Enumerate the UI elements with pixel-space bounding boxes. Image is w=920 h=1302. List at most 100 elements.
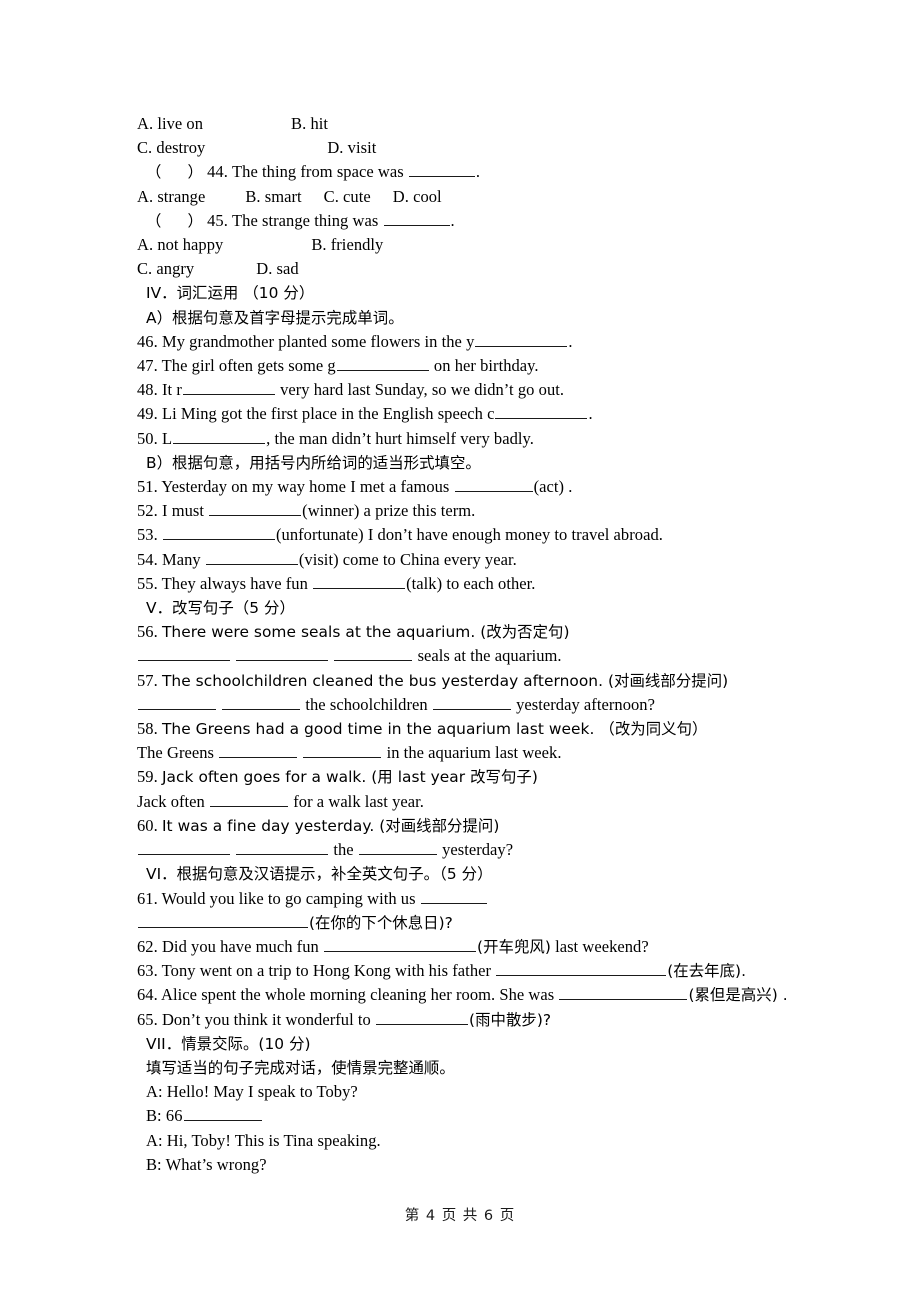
- q45-period: .: [450, 210, 455, 230]
- q59-number: 59.: [137, 767, 158, 787]
- q65-blank[interactable]: [376, 1008, 469, 1025]
- q61-hint: (在你的下个休息日)?: [309, 913, 453, 932]
- q52-text-after: (winner) a prize this term.: [302, 501, 476, 521]
- q45-option-a: A. not happy: [137, 235, 224, 255]
- q44-options-row: A. strange B. smart C. cute D. cool: [137, 185, 837, 209]
- q50-text-after: , the man didn’t hurt himself very badly…: [266, 428, 534, 448]
- page-content: A. live on B. hit C. destroy D. visit （ ） 4…: [137, 112, 837, 1177]
- q58-blank-2[interactable]: [303, 742, 382, 759]
- q56-number: 56.: [137, 622, 158, 642]
- q54-blank[interactable]: [205, 548, 298, 565]
- q57-prompt: The schoolchildren cleaned the bus yeste…: [161, 671, 729, 690]
- q57-blank-1[interactable]: [138, 694, 216, 710]
- q55-text-after: (talk) to each other.: [406, 573, 536, 593]
- q59-blank[interactable]: [210, 791, 289, 807]
- q50-blank[interactable]: [173, 427, 266, 444]
- q53-text-after: (unfortunate) I don’t have enough money …: [275, 525, 663, 545]
- q54-number: 54.: [137, 549, 158, 569]
- question-52: 52. I must (winner) a prize this term.: [137, 499, 837, 523]
- q65-text-before: Don’t you think it wonderful to: [161, 1009, 371, 1029]
- q51-blank[interactable]: [454, 476, 533, 493]
- question-61: 61. Would you like to go camping with us: [137, 887, 837, 911]
- q64-number: 64.: [137, 985, 158, 1005]
- section-4-part-b-heading: B）根据句意，用括号内所给词的适当形式填空。: [146, 453, 481, 472]
- question-60-answer: the yesterday?: [137, 838, 837, 862]
- q47-blank[interactable]: [336, 355, 429, 372]
- dialogue-text-1: Hello! May I speak to Toby?: [166, 1082, 358, 1102]
- q49-number: 49.: [137, 404, 158, 424]
- dialogue-speaker-b: B:: [146, 1106, 162, 1126]
- q43-options-row-1: A. live on B. hit: [137, 112, 837, 136]
- q52-blank[interactable]: [209, 500, 302, 517]
- question-58-answer: The Greens in the aquarium last week.: [137, 741, 837, 765]
- q44-period: .: [475, 162, 481, 182]
- q53-blank[interactable]: [162, 524, 275, 541]
- q45-option-b: B. friendly: [311, 235, 384, 255]
- q45-answer-bracket-open[interactable]: （: [146, 212, 161, 230]
- question-58-prompt: 58. The Greens had a good time in the aq…: [137, 717, 837, 741]
- q55-number: 55.: [137, 573, 158, 593]
- q47-number: 47.: [137, 356, 158, 376]
- q62-blank[interactable]: [324, 936, 477, 952]
- question-46: 46. My grandmother planted some flowers …: [137, 330, 837, 354]
- q58-blank-1[interactable]: [219, 742, 298, 759]
- q43-option-d: D. visit: [327, 138, 377, 158]
- q61-text-before: Would you like to go camping with us: [161, 888, 416, 908]
- q44-blank[interactable]: [408, 161, 475, 178]
- q45-blank[interactable]: [383, 210, 450, 226]
- q45-option-d: D. sad: [256, 259, 299, 279]
- q50-number: 50.: [137, 428, 158, 448]
- q60-blank-3[interactable]: [358, 839, 437, 856]
- q43-options-row-2: C. destroy D. visit: [137, 136, 837, 160]
- q65-number: 65.: [137, 1009, 158, 1029]
- q44-option-a: A. strange: [137, 186, 206, 206]
- q57-blank-3[interactable]: [432, 694, 511, 710]
- q48-text-before: It r: [161, 380, 182, 400]
- q56-blank-3[interactable]: [334, 645, 413, 662]
- q54-text-after: (visit) come to China every year.: [298, 549, 517, 569]
- question-53: 53. (unfortunate) I don’t have enough mo…: [137, 523, 837, 547]
- q64-hint: (累但是高兴) .: [688, 986, 788, 1005]
- q45-stem: 45. The strange thing was: [207, 210, 379, 230]
- question-49: 49. Li Ming got the first place in the E…: [137, 402, 837, 426]
- q63-blank[interactable]: [496, 960, 667, 977]
- q43-option-c: C. destroy: [137, 138, 206, 158]
- q63-text-before: Tony went on a trip to Hong Kong with hi…: [161, 961, 492, 981]
- q55-text-before: They always have fun: [161, 573, 308, 593]
- q62-text-after: last weekend?: [555, 936, 649, 956]
- question-59-prompt: 59. Jack often goes for a walk. (用 last …: [137, 765, 837, 789]
- q61-blank-2[interactable]: [138, 912, 308, 928]
- dialogue-speaker-b-2: B:: [146, 1154, 162, 1174]
- question-51: 51. Yesterday on my way home I met a fam…: [137, 475, 837, 499]
- q63-number: 63.: [137, 961, 158, 981]
- q46-number: 46.: [137, 331, 158, 351]
- q55-blank[interactable]: [313, 573, 406, 589]
- q60-prompt: It was a fine day yesterday. (对画线部分提问): [161, 816, 500, 835]
- q60-blank-1[interactable]: [138, 839, 230, 856]
- q64-blank[interactable]: [559, 984, 688, 1001]
- q60-blank-2[interactable]: [236, 839, 329, 856]
- question-47: 47. The girl often gets some g on her bi…: [137, 354, 837, 378]
- question-65: 65. Don’t you think it wonderful to (雨中散…: [137, 1008, 837, 1032]
- q50-text-before: L: [161, 428, 173, 448]
- q49-blank[interactable]: [495, 403, 588, 420]
- q45-options-row-2: C. angry D. sad: [137, 257, 837, 281]
- q54-text-before: Many: [161, 549, 201, 569]
- q56-blank-2[interactable]: [236, 645, 329, 662]
- question-59-answer: Jack often for a walk last year.: [137, 790, 837, 814]
- q56-blank-1[interactable]: [138, 645, 230, 662]
- q44-stem: 44. The thing from space was: [207, 162, 404, 182]
- section-4-part-a-heading: A）根据句意及首字母提示完成单词。: [146, 308, 404, 327]
- q48-blank[interactable]: [182, 379, 275, 396]
- dialogue-item-66-blank[interactable]: [183, 1105, 262, 1122]
- q45-options-row-1: A. not happy B. friendly: [137, 233, 837, 257]
- q48-text-after: very hard last Sunday, so we didn’t go o…: [280, 380, 565, 400]
- question-61-continued: (在你的下个休息日)?: [137, 911, 837, 935]
- q61-blank-1[interactable]: [420, 887, 487, 904]
- dialogue-line-1: A: Hello! May I speak to Toby?: [137, 1080, 837, 1104]
- q44-option-d: D. cool: [392, 186, 442, 206]
- q44-answer-bracket-open[interactable]: （: [146, 163, 161, 181]
- q46-blank[interactable]: [475, 331, 568, 347]
- q57-blank-2[interactable]: [222, 694, 301, 710]
- q45-stem-line: （ ） 45. The strange thing was .: [137, 209, 837, 233]
